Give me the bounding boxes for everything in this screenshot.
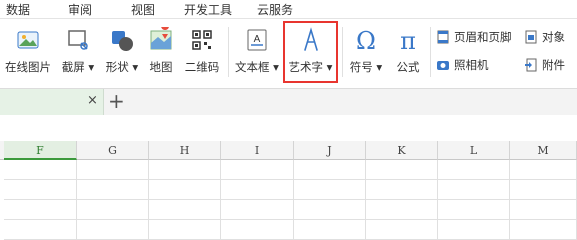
camera-button[interactable]: 照相机 [436,57,489,77]
svg-text:A: A [254,34,261,45]
grid-cell[interactable] [4,200,77,220]
svg-text:π: π [400,27,416,53]
wordart-highlight-box [283,21,338,83]
column-header-l[interactable]: L [438,141,510,160]
formula-button[interactable]: π 公式 [390,25,426,81]
grid-cell[interactable] [4,180,77,200]
grid-cell[interactable] [294,160,366,180]
online-image-button[interactable]: 在线图片 [2,25,54,81]
grid-cell[interactable] [221,200,294,220]
column-header-h[interactable]: H [149,141,221,160]
screenshot-button[interactable]: 截屏 ▾ [58,25,98,81]
grid-cell[interactable] [221,180,294,200]
menu-cloud[interactable]: 云服务 [257,1,293,18]
omega-icon: Ω [356,27,376,53]
grid-cell[interactable] [366,220,438,240]
screenshot-icon [68,30,88,50]
formula-label: 公式 [396,60,420,74]
grid-cell[interactable] [294,200,366,220]
menu-bar: 数据 审阅 视图 开发工具 云服务 [0,0,577,19]
qrcode-label: 二维码 [184,60,220,74]
grid-cell[interactable] [366,200,438,220]
grid-cell[interactable] [438,180,510,200]
column-header-j[interactable]: J [294,141,366,160]
grid-cell[interactable] [149,180,221,200]
menu-developer[interactable]: 开发工具 [184,1,232,18]
online-image-icon [17,31,39,49]
online-image-label: 在线图片 [5,60,51,74]
menu-view[interactable]: 视图 [131,1,155,18]
shapes-button[interactable]: 形状 ▾ [102,25,142,81]
grid-cell[interactable] [149,200,221,220]
divider [228,27,229,77]
grid-cell[interactable] [294,220,366,240]
grid-cell[interactable] [77,180,149,200]
grid-cell[interactable] [438,200,510,220]
column-header-i[interactable]: I [221,141,294,160]
close-tab-icon[interactable]: × [87,93,98,108]
divider [430,27,431,77]
qrcode-button[interactable]: 二维码 [180,25,224,81]
header-footer-label: 页眉和页脚 [454,30,512,44]
qrcode-icon [192,30,212,50]
grid-cell[interactable] [149,160,221,180]
attachment-label: 附件 [542,58,565,72]
textbox-label: 文本框 ▾ [235,60,279,74]
column-header-f[interactable]: F [4,141,77,160]
new-tab-icon[interactable]: + [108,89,125,113]
header-footer-icon [437,30,449,44]
grid-cell[interactable] [366,180,438,200]
screenshot-label: 截屏 ▾ [61,60,95,74]
grid-cell[interactable] [510,160,577,180]
map-label: 地图 [149,60,173,74]
divider [342,27,343,77]
grid-cell[interactable] [438,160,510,180]
grid-cell[interactable] [77,160,149,180]
pi-icon: π [400,27,416,53]
map-icon [150,27,172,50]
grid-cell[interactable] [149,220,221,240]
object-icon [525,30,537,44]
grid-cell[interactable] [4,160,77,180]
grid-cell[interactable] [510,220,577,240]
attachment-button[interactable]: 附件 [524,57,565,77]
menu-review[interactable]: 审阅 [68,1,92,18]
camera-label: 照相机 [454,58,489,72]
map-button[interactable]: 地图 [144,25,178,81]
textbox-button[interactable]: A 文本框 ▾ [232,25,282,81]
menu-data[interactable]: 数据 [6,1,30,18]
header-footer-button[interactable]: 页眉和页脚 [436,29,512,49]
formula-bar-area [0,115,577,141]
column-header-m[interactable]: M [510,141,577,160]
camera-icon [437,61,449,70]
column-header-k[interactable]: K [366,141,438,160]
grid-cell[interactable] [294,180,366,200]
textbox-icon: A [247,29,267,51]
grid-cell[interactable] [77,220,149,240]
document-tab-bar: × + [0,88,577,116]
symbol-label: 符号 ▾ [349,60,383,74]
svg-text:Ω: Ω [356,27,376,53]
column-header-g[interactable]: G [77,141,149,160]
grid-cell[interactable] [77,200,149,220]
grid-cell[interactable] [438,220,510,240]
document-tab[interactable]: × [0,89,104,115]
shapes-label: 形状 ▾ [105,60,139,74]
shapes-icon [112,31,133,51]
grid-cell[interactable] [366,160,438,180]
attachment-icon [525,58,537,72]
object-button[interactable]: 对象 [524,29,565,49]
symbol-button[interactable]: Ω 符号 ▾ [346,25,386,81]
object-label: 对象 [542,30,565,44]
grid-cell[interactable] [510,200,577,220]
spreadsheet-grid[interactable]: F G H I J K L M [0,141,577,240]
grid-cell[interactable] [510,180,577,200]
grid-cell[interactable] [221,160,294,180]
grid-cell[interactable] [4,220,77,240]
grid-cell[interactable] [221,220,294,240]
